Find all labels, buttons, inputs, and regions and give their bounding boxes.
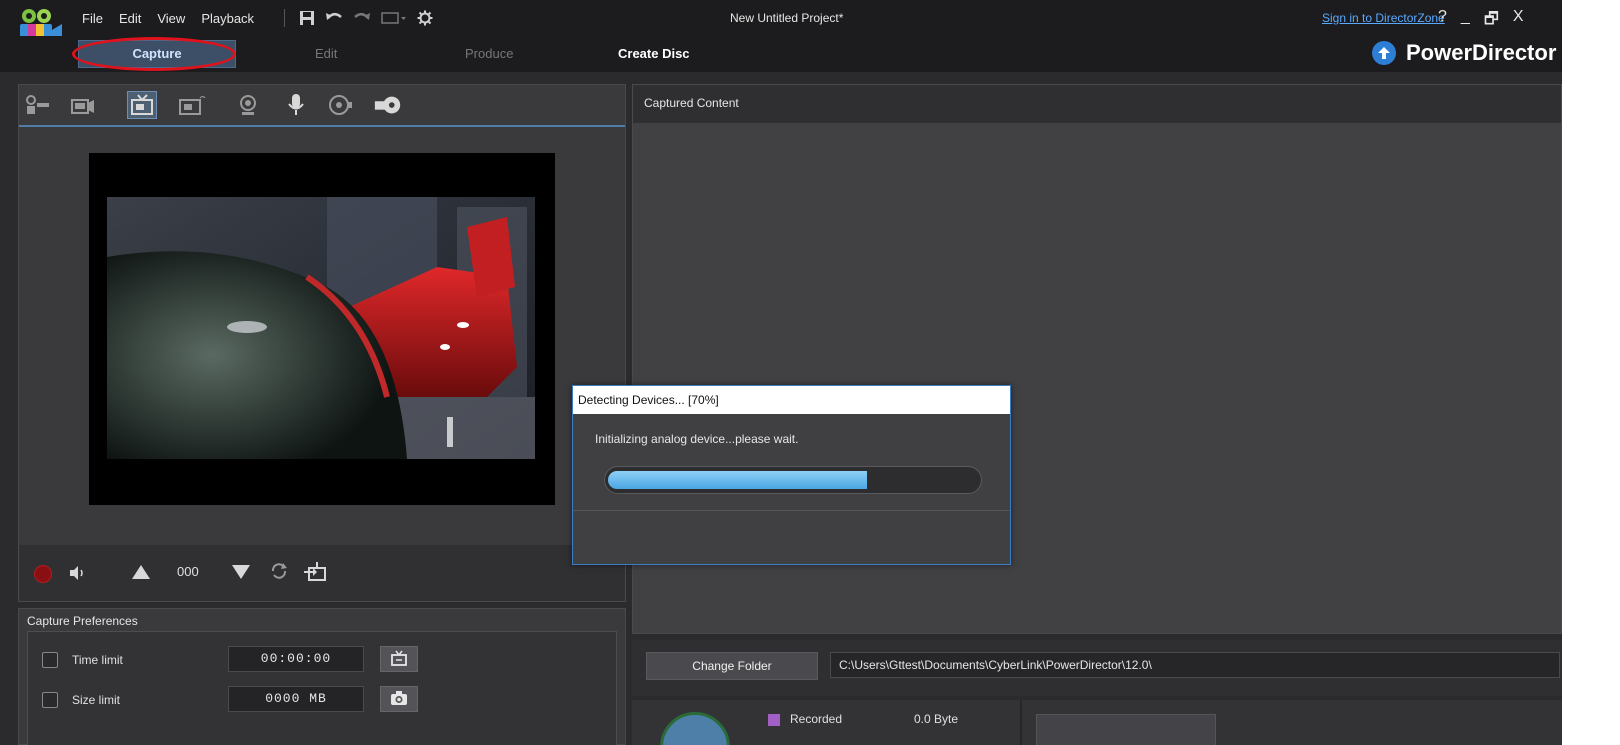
disk-action-button[interactable]: [1036, 714, 1216, 745]
tv-icon[interactable]: [127, 91, 157, 119]
recorded-label: Recorded: [790, 712, 843, 726]
disk-info-bar: Recorded 0.0 Byte: [632, 700, 1562, 745]
capture-preferences-title: Capture Preferences: [27, 614, 138, 628]
capture-source-toolbar: [19, 85, 625, 127]
channel-down-icon[interactable]: [231, 563, 251, 584]
undo-icon[interactable]: [325, 10, 343, 26]
progress-bar-fill: [608, 471, 867, 489]
quick-toolbar: [284, 9, 433, 27]
menu-bar: File Edit View Playback: [82, 11, 270, 26]
menu-playback[interactable]: Playback: [201, 11, 254, 26]
captured-content-title: Captured Content: [644, 96, 739, 110]
progress-bar: [604, 466, 982, 494]
captured-content-header: Captured Content: [633, 85, 1561, 123]
size-limit-checkbox[interactable]: [42, 692, 58, 708]
project-title: New Untitled Project*: [730, 11, 844, 25]
channel-up-icon[interactable]: [131, 563, 151, 584]
menu-view[interactable]: View: [157, 11, 185, 26]
tab-edit[interactable]: Edit: [315, 46, 337, 61]
channel-number: 000: [177, 564, 199, 579]
tv-timer-icon: [390, 650, 408, 669]
capture-folder-path[interactable]: C:\Users\Gttest\Documents\CyberLink\Powe…: [830, 652, 1560, 678]
webcam-icon[interactable]: [23, 91, 53, 119]
time-limit-label: Time limit: [72, 653, 123, 667]
cd-icon[interactable]: [325, 91, 355, 119]
sign-in-link[interactable]: Sign in to DirectorZone: [1322, 11, 1445, 25]
window-controls: ? _ 🗗 X: [1438, 8, 1524, 35]
save-icon[interactable]: [299, 10, 315, 26]
capture-folder-bar: Change Folder C:\Users\Gttest\Documents\…: [632, 640, 1562, 696]
time-limit-checkbox[interactable]: [42, 652, 58, 668]
menu-file[interactable]: File: [82, 11, 103, 26]
digital-tv-icon[interactable]: [177, 91, 207, 119]
dialog-title: Detecting Devices... [70%]: [573, 386, 1010, 414]
capture-controls: 000: [19, 545, 625, 601]
video-preview-area: [19, 127, 625, 545]
capture-panel: 000: [18, 84, 626, 602]
brand-name: PowerDirector: [1406, 40, 1557, 65]
size-limit-row: Size limit 0000 MB: [28, 684, 616, 716]
restore-button[interactable]: 🗗: [1484, 8, 1499, 35]
time-limit-row: Time limit 00:00:00: [28, 644, 616, 676]
disk-usage-chart: [660, 712, 730, 745]
bar-divider: [1020, 700, 1022, 745]
record-button[interactable]: [34, 565, 52, 583]
detecting-devices-dialog: Detecting Devices... [70%] Initializing …: [572, 385, 1011, 565]
dv-camcorder-icon[interactable]: [67, 91, 97, 119]
toolbar-separator: [284, 9, 285, 27]
help-button[interactable]: ?: [1438, 8, 1447, 35]
time-limit-field[interactable]: 00:00:00: [228, 646, 364, 672]
time-limit-set-button[interactable]: [380, 646, 418, 672]
refresh-icon[interactable]: [269, 561, 289, 584]
recorded-legend-swatch: [768, 714, 780, 726]
change-folder-button[interactable]: Change Folder: [646, 652, 818, 680]
settings-gear-icon[interactable]: [417, 10, 433, 26]
recorded-value: 0.0 Byte: [914, 712, 959, 726]
optical-disc-icon[interactable]: [373, 91, 403, 119]
microphone-icon[interactable]: [281, 91, 311, 119]
dialog-message: Initializing analog device...please wait…: [595, 432, 799, 446]
capture-preferences-panel: Capture Preferences Time limit 00:00:00 …: [18, 608, 626, 745]
input-switch-icon[interactable]: [303, 560, 327, 585]
size-limit-label: Size limit: [72, 693, 121, 707]
powerdirector-window: File Edit View Playback New Untitled Pro…: [0, 0, 1562, 745]
camera-icon: [390, 690, 408, 709]
capture-preferences-box: Time limit 00:00:00 Size limit 0000 MB: [27, 631, 617, 745]
close-button[interactable]: X: [1513, 8, 1524, 35]
upgrade-arrow-icon[interactable]: [1372, 41, 1396, 65]
tab-produce[interactable]: Produce: [465, 46, 513, 61]
size-limit-field[interactable]: 0000 MB: [228, 686, 364, 712]
dialog-separator: [573, 510, 1010, 511]
menu-edit[interactable]: Edit: [119, 11, 141, 26]
video-preview: [89, 153, 555, 505]
brand-logo: PowerDirector: [1372, 40, 1556, 66]
redo-icon[interactable]: [353, 10, 371, 26]
volume-icon[interactable]: [67, 563, 87, 586]
tab-create-disc[interactable]: Create Disc: [618, 46, 690, 61]
highlight-circle-annotation: [72, 37, 236, 71]
snapshot-button[interactable]: [380, 686, 418, 712]
preview-frame-image: [107, 197, 535, 459]
title-bar: File Edit View Playback New Untitled Pro…: [0, 0, 1562, 50]
webcam-capture-icon[interactable]: [233, 91, 263, 119]
aspect-ratio-icon[interactable]: [381, 11, 407, 25]
minimize-button[interactable]: _: [1461, 8, 1470, 35]
